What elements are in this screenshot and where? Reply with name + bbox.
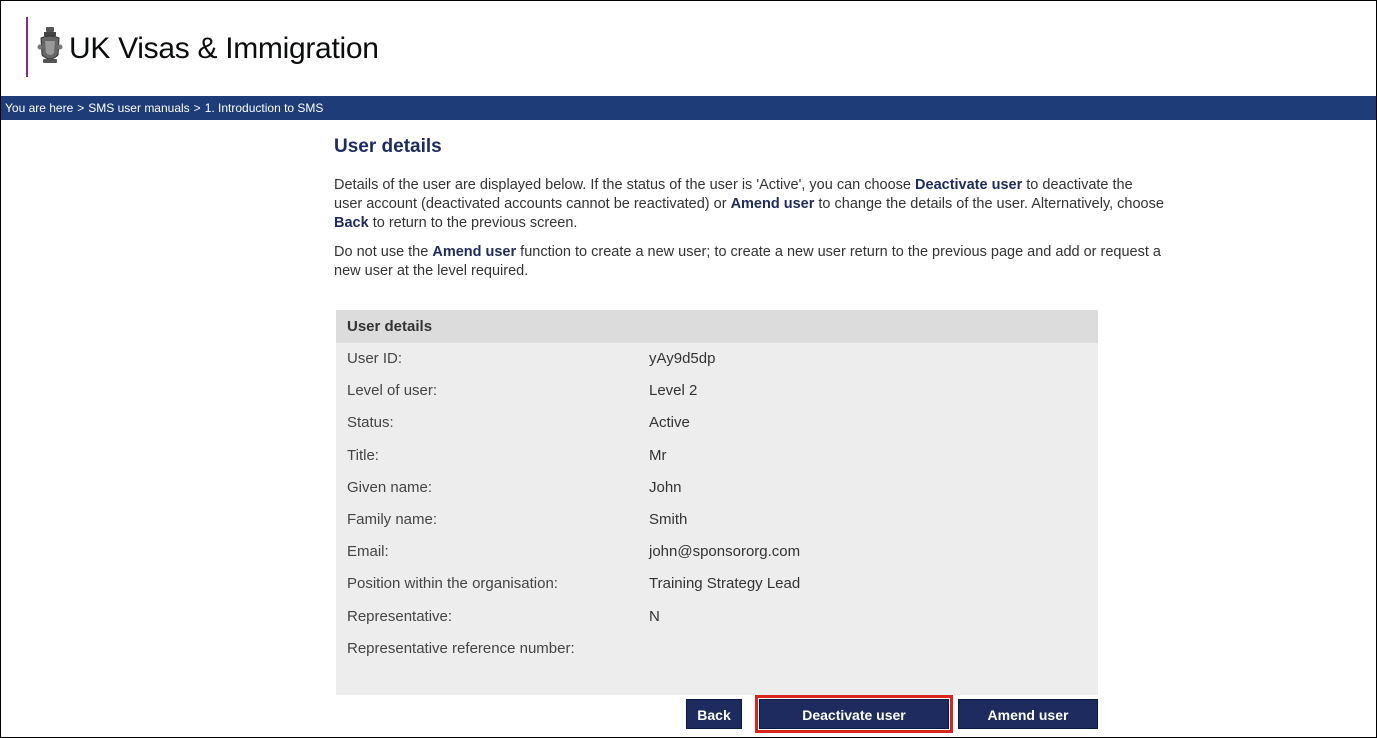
- detail-value: Mr: [649, 446, 667, 464]
- site-header: UK Visas & Immigration: [1, 1, 1376, 95]
- intro-text: Details of the user are displayed below.…: [334, 177, 916, 193]
- intro-back-term: Back: [334, 215, 369, 231]
- intro-deactivate-term: Deactivate user: [915, 177, 1023, 193]
- detail-value: yAy9d5dp: [649, 350, 716, 367]
- brand-name[interactable]: UK Visas & Immigration: [69, 31, 379, 67]
- intro-paragraph: Details of the user are displayed below.…: [334, 176, 1164, 233]
- detail-row-given-name: Given name: John: [336, 472, 1098, 504]
- detail-label: Family name:: [347, 510, 438, 528]
- brand-bar: [26, 17, 28, 77]
- main-content: User details Details of the user are dis…: [334, 134, 1164, 695]
- detail-row-level: Level of user: Level 2: [336, 375, 1098, 407]
- detail-value: john@sponsororg.com: [649, 543, 801, 561]
- amend-user-button[interactable]: Amend user: [958, 699, 1098, 729]
- breadcrumb-text: You are here > SMS user manuals >1. Introdu…: [5, 100, 323, 116]
- detail-row-family-name: Family name: Smith: [336, 504, 1098, 536]
- detail-label: Level of user:: [347, 382, 438, 400]
- warning-paragraph: Do not use the Amend user function to cr…: [334, 243, 1164, 281]
- detail-value: Training Strategy Lead: [649, 575, 801, 593]
- detail-label: Email:: [347, 543, 389, 561]
- detail-row-position: Position within the organisation: Trainin…: [336, 568, 1098, 600]
- detail-row-user-id: User ID: yAy9d5dp: [336, 343, 1098, 375]
- intro-amend-term: Amend user: [730, 196, 815, 212]
- detail-label: Given name:: [347, 478, 433, 496]
- detail-row-title: Title: Mr: [336, 440, 1098, 472]
- detail-label: Representative reference number:: [347, 639, 575, 657]
- detail-row-email: Email: john@sponsororg.com: [336, 536, 1098, 568]
- detail-value: Smith: [649, 510, 688, 528]
- detail-label: User ID:: [347, 350, 403, 367]
- intro-text: to change the details of the user. Alter…: [814, 196, 1164, 212]
- warning-amend-term: Amend user: [432, 244, 517, 260]
- breadcrumb-prefix: You are here: [5, 101, 74, 115]
- page-frame: UK Visas & Immigration You are here > SMS …: [0, 0, 1377, 738]
- detail-row-representative: Representative: N: [336, 601, 1098, 633]
- detail-value: Active: [649, 414, 690, 432]
- detail-value: N: [649, 607, 660, 625]
- royal-crest-icon: [37, 27, 63, 63]
- breadcrumb-separator: >: [77, 101, 85, 115]
- user-details-heading: User details: [336, 310, 1098, 343]
- breadcrumb: You are here > SMS user manuals >1. Introdu…: [1, 96, 1376, 120]
- intro-text: to return to the previous screen.: [368, 215, 578, 231]
- breadcrumb-item-introduction[interactable]: 1. Introduction to SMS: [205, 101, 324, 115]
- deactivate-user-button[interactable]: Deactivate user: [755, 695, 953, 733]
- detail-label: Title:: [347, 446, 379, 464]
- detail-value: Level 2: [649, 382, 698, 400]
- page-title: User details: [334, 136, 442, 157]
- detail-label: Position within the organisation:: [347, 575, 558, 593]
- breadcrumb-separator: >: [193, 101, 201, 115]
- detail-label: Representative:: [347, 607, 453, 625]
- user-details-table: User details User ID: yAy9d5dp Level of u…: [336, 310, 1098, 695]
- back-button[interactable]: Back: [686, 699, 742, 729]
- warning-text: Do not use the: [334, 244, 433, 260]
- detail-value: John: [649, 478, 682, 496]
- detail-row-status: Status: Active: [336, 407, 1098, 439]
- detail-row-representative-ref: Representative reference number:: [336, 633, 1098, 665]
- detail-label: Status:: [347, 414, 394, 432]
- breadcrumb-item-sms-user-manuals[interactable]: SMS user manuals: [88, 101, 189, 115]
